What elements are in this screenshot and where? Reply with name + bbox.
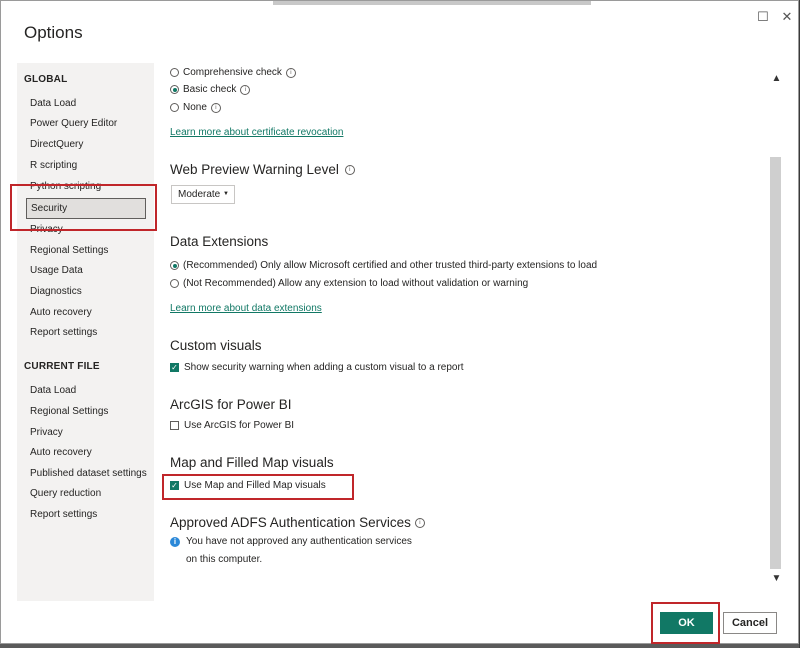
- sidebar-item-file-auto-recovery[interactable]: Auto recovery: [26, 444, 150, 462]
- ok-button[interactable]: OK: [660, 612, 713, 634]
- radio-comprehensive[interactable]: [170, 68, 179, 77]
- sidebar-item-global-report-settings[interactable]: Report settings: [26, 324, 150, 342]
- map-visuals-label: Use Map and Filled Map visuals: [184, 480, 326, 491]
- arcgis-checkbox[interactable]: [170, 421, 179, 430]
- data-extensions-title: Data Extensions: [170, 234, 269, 249]
- sidebar-item-global-data-load[interactable]: Data Load: [26, 95, 150, 113]
- cert-option-label: Comprehensive check: [183, 67, 282, 78]
- sidebar-item-diagnostics[interactable]: Diagnostics: [26, 283, 150, 301]
- info-icon[interactable]: i: [285, 67, 296, 78]
- sidebar-item-file-regional-settings[interactable]: Regional Settings: [26, 403, 150, 421]
- scrollbar-thumb[interactable]: [770, 157, 781, 569]
- arcgis-title: ArcGIS for Power BI: [170, 397, 292, 412]
- sidebar-item-usage-data[interactable]: Usage Data: [26, 262, 150, 280]
- cert-option-basic[interactable]: Basic check i: [170, 84, 251, 95]
- close-icon[interactable]: ✕: [779, 9, 795, 25]
- radio-recommended[interactable]: [170, 261, 179, 270]
- info-circle-icon: i: [170, 536, 180, 547]
- cert-option-label: None: [183, 102, 207, 113]
- scroll-up-icon[interactable]: ▲: [771, 73, 782, 85]
- data-ext-option-not-recommended[interactable]: (Not Recommended) Allow any extension to…: [170, 278, 528, 289]
- arcgis-label: Use ArcGIS for Power BI: [184, 420, 295, 431]
- sidebar-item-python-scripting[interactable]: Python scripting: [26, 178, 150, 196]
- sidebar-item-global-privacy[interactable]: Privacy: [26, 221, 150, 239]
- custom-visuals-label: Show security warning when adding a cust…: [184, 362, 464, 373]
- dialog-top-strip: [273, 1, 591, 5]
- info-icon[interactable]: i: [414, 517, 425, 528]
- radio-not-recommended[interactable]: [170, 279, 179, 288]
- content-scrollbar[interactable]: ▲ ▼: [769, 63, 784, 601]
- sidebar-item-r-scripting[interactable]: R scripting: [26, 157, 150, 175]
- info-icon[interactable]: i: [240, 84, 251, 95]
- sidebar-item-power-query-editor[interactable]: Power Query Editor: [26, 115, 150, 133]
- scroll-down-icon[interactable]: ▼: [771, 573, 782, 585]
- cancel-button[interactable]: Cancel: [723, 612, 777, 634]
- cert-revocation-link[interactable]: Learn more about certificate revocation: [170, 127, 343, 138]
- data-extensions-link[interactable]: Learn more about data extensions: [170, 303, 322, 314]
- map-visuals-checkbox[interactable]: ✓: [170, 481, 179, 490]
- radio-none[interactable]: [170, 103, 179, 112]
- data-ext-option-label: (Not Recommended) Allow any extension to…: [183, 278, 529, 289]
- sidebar-item-query-reduction[interactable]: Query reduction: [26, 485, 150, 503]
- sidebar-item-file-data-load[interactable]: Data Load: [26, 382, 150, 400]
- adfs-message: i You have not approved any authenticati…: [170, 536, 412, 547]
- chevron-down-icon: ▼: [223, 191, 229, 197]
- arcgis-option[interactable]: Use ArcGIS for Power BI: [170, 420, 294, 431]
- web-preview-section: Web Preview Warning Level i: [170, 162, 355, 177]
- cert-option-label: Basic check: [183, 84, 237, 95]
- sidebar-heading-global: GLOBAL: [24, 74, 68, 85]
- custom-visuals-title: Custom visuals: [170, 338, 262, 353]
- maximize-icon[interactable]: ☐: [755, 9, 771, 25]
- sidebar-item-file-privacy[interactable]: Privacy: [26, 424, 150, 442]
- security-content: Comprehensive check i Basic check i None…: [154, 63, 769, 601]
- sidebar-heading-current-file: CURRENT FILE: [24, 361, 100, 372]
- info-icon[interactable]: i: [344, 164, 355, 175]
- sidebar: GLOBAL Data Load Power Query Editor Dire…: [17, 63, 154, 601]
- web-preview-value: Moderate: [178, 189, 221, 200]
- adfs-title: Approved ADFS Authentication Services: [170, 515, 411, 530]
- sidebar-item-global-auto-recovery[interactable]: Auto recovery: [26, 304, 150, 322]
- dialog-title: Options: [24, 23, 83, 42]
- adfs-line2: on this computer.: [186, 554, 263, 565]
- sidebar-item-directquery[interactable]: DirectQuery: [26, 136, 150, 154]
- web-preview-dropdown[interactable]: Moderate ▼: [171, 185, 235, 204]
- sidebar-item-global-regional-settings[interactable]: Regional Settings: [26, 242, 150, 260]
- adfs-section: Approved ADFS Authentication Services i: [170, 515, 425, 530]
- adfs-line1: You have not approved any authentication…: [186, 536, 412, 547]
- sidebar-item-published-dataset-settings[interactable]: Published dataset settings: [26, 465, 150, 483]
- map-visuals-title: Map and Filled Map visuals: [170, 455, 334, 470]
- web-preview-title: Web Preview Warning Level: [170, 162, 339, 177]
- cert-option-comprehensive[interactable]: Comprehensive check i: [170, 67, 296, 78]
- map-visuals-option[interactable]: ✓ Use Map and Filled Map visuals: [170, 480, 326, 491]
- options-dialog: ☐ ✕ Options GLOBAL Data Load Power Query…: [0, 0, 799, 644]
- data-ext-option-label: (Recommended) Only allow Microsoft certi…: [183, 260, 598, 271]
- custom-visuals-option[interactable]: ✓ Show security warning when adding a cu…: [170, 362, 464, 373]
- info-icon[interactable]: i: [210, 102, 221, 113]
- cert-option-none[interactable]: None i: [170, 102, 221, 113]
- custom-visuals-checkbox[interactable]: ✓: [170, 363, 179, 372]
- data-ext-option-recommended[interactable]: (Recommended) Only allow Microsoft certi…: [170, 260, 597, 271]
- sidebar-item-security[interactable]: Security: [26, 198, 146, 219]
- sidebar-item-file-report-settings[interactable]: Report settings: [26, 506, 150, 524]
- radio-basic[interactable]: [170, 85, 179, 94]
